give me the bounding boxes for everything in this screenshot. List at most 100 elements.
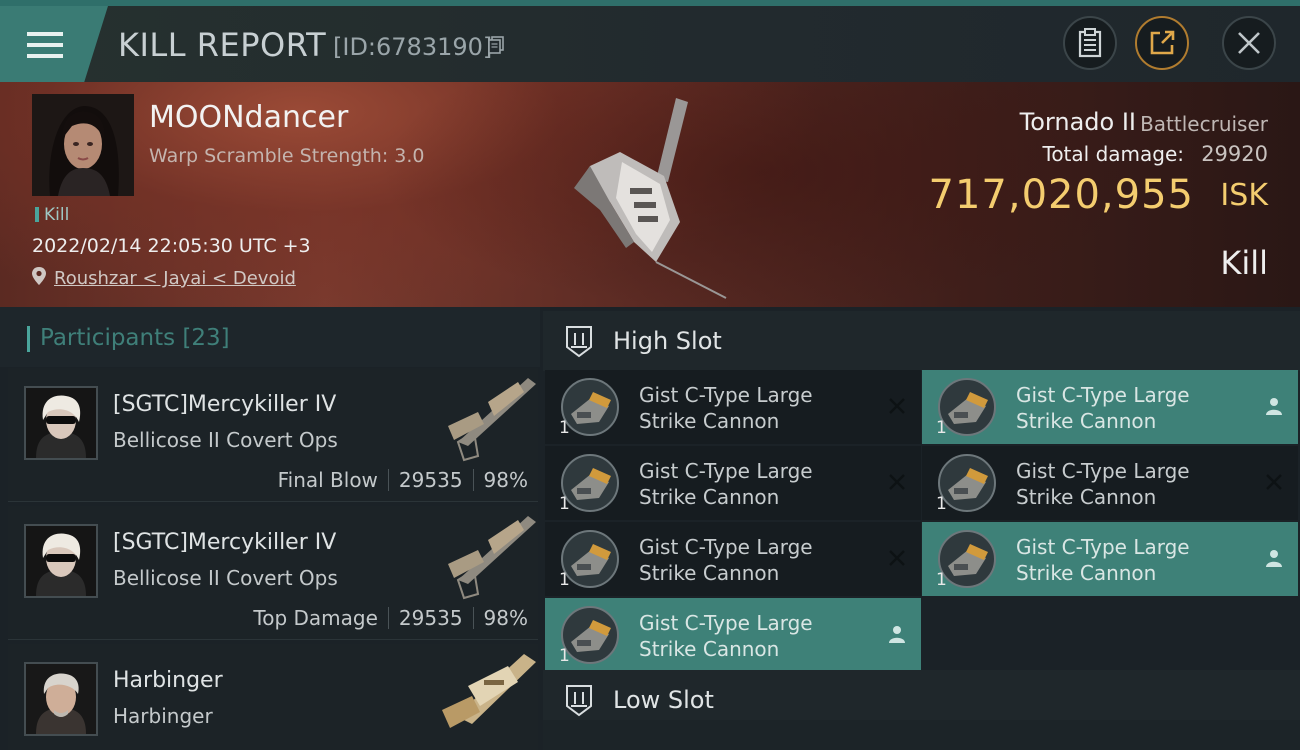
participant-ship-image [448, 516, 536, 600]
module-name-line2: Strike Cannon [1016, 561, 1157, 585]
module-name: Gist C-Type Large Strike Cannon [639, 382, 839, 434]
participant-tag: Top Damage [253, 606, 378, 630]
module-name-line1: Gist C-Type Large [639, 611, 813, 635]
module-quantity: 1 [936, 418, 947, 438]
isk-value: 717,020,955 [928, 172, 1194, 218]
participant-name: [SGTC]Mercykiller IV [113, 530, 337, 555]
participant-damage-percent: 98% [483, 606, 528, 630]
participants-label: Participants [40, 325, 176, 351]
module-name: Gist C-Type Large Strike Cannon [639, 610, 839, 662]
stats-divider [472, 469, 474, 491]
participant-ship: Bellicose II Covert Ops [113, 428, 338, 452]
location-pin-icon [32, 267, 46, 285]
stats-divider [472, 607, 474, 629]
participants-accent [27, 326, 30, 352]
victim-ship-image[interactable] [560, 92, 750, 302]
participant-ship-image [442, 654, 536, 728]
module-quantity: 1 [559, 570, 570, 590]
module-name-line1: Gist C-Type Large [1016, 383, 1190, 407]
participants-count: [23] [182, 325, 230, 351]
participant-name: [SGTC]Mercykiller IV [113, 392, 337, 417]
participant-ship-image [448, 378, 536, 462]
victim-avatar [32, 94, 134, 196]
menu-icon-bar [27, 43, 63, 47]
victim-ship-name[interactable]: Tornado II [1020, 108, 1136, 136]
total-damage-value: 29920 [1201, 142, 1268, 166]
victim-name[interactable]: MOONdancer [149, 100, 348, 135]
victim-portrait[interactable] [32, 94, 134, 196]
menu-icon-bar [27, 54, 63, 58]
participant-damage: 29535 [398, 468, 463, 492]
module-quantity: 1 [559, 418, 570, 438]
copy-icon[interactable] [488, 36, 504, 54]
module-quantity: 1 [559, 494, 570, 514]
participant-ship: Bellicose II Covert Ops [113, 566, 338, 590]
destroyed-icon [889, 398, 905, 414]
module-item[interactable]: 1 Gist C-Type Large Strike Cannon [922, 522, 1298, 596]
total-damage-label: Total damage: [1042, 142, 1185, 166]
high-slot-title: High Slot [613, 327, 722, 355]
low-slot-icon [566, 685, 592, 717]
module-name: Gist C-Type Large Strike Cannon [639, 458, 839, 510]
participants-title: Participants [23] [40, 325, 230, 351]
module-name-line2: Strike Cannon [1016, 485, 1157, 509]
participant-avatar [24, 662, 98, 736]
participant-tag: Final Blow [277, 468, 378, 492]
participant-portrait [26, 526, 96, 596]
page-title: KILL REPORT [118, 26, 327, 64]
victim-ship-class: Battlecruiser [1140, 112, 1268, 136]
module-item[interactable]: 1 Gist C-Type Large Strike Cannon [545, 446, 921, 520]
destroyed-icon [889, 550, 905, 566]
participant-damage-percent: 98% [483, 468, 528, 492]
module-name-line2: Strike Cannon [1016, 409, 1157, 433]
module-name-line2: Strike Cannon [639, 409, 780, 433]
module-name-line2: Strike Cannon [639, 637, 780, 661]
participant-row[interactable]: [SGTC]Mercykiller IV Bellicose II Covert… [8, 506, 538, 640]
module-name-line1: Gist C-Type Large [639, 535, 813, 559]
module-name-line2: Strike Cannon [639, 561, 780, 585]
participant-name: Harbinger [113, 668, 223, 693]
module-name-line1: Gist C-Type Large [1016, 459, 1190, 483]
module-name: Gist C-Type Large Strike Cannon [1016, 382, 1216, 434]
module-name: Gist C-Type Large Strike Cannon [639, 534, 839, 586]
participant-damage: 29535 [398, 606, 463, 630]
close-button[interactable] [1222, 16, 1276, 70]
clipboard-icon [1078, 28, 1102, 58]
warp-scramble-strength: Warp Scramble Strength: 3.0 [149, 145, 425, 167]
module-name-line1: Gist C-Type Large [639, 459, 813, 483]
close-icon [1238, 32, 1260, 54]
kill-location-link[interactable]: Roushzar < Jayai < Devoid [54, 268, 296, 289]
module-item[interactable]: 1 Gist C-Type Large Strike Cannon [545, 598, 921, 672]
module-item[interactable]: 1 Gist C-Type Large Strike Cannon [545, 522, 921, 596]
dropped-person-icon [889, 626, 905, 643]
module-name-line1: Gist C-Type Large [1016, 535, 1190, 559]
dropped-person-icon [1266, 398, 1282, 415]
module-quantity: 1 [559, 646, 570, 666]
clipboard-button[interactable] [1063, 16, 1117, 70]
destroyed-icon [889, 474, 905, 490]
participant-row[interactable]: [SGTC]Mercykiller IV Bellicose II Covert… [8, 368, 538, 502]
module-item[interactable]: 1 Gist C-Type Large Strike Cannon [922, 446, 1298, 520]
module-quantity: 1 [936, 494, 947, 514]
module-item[interactable]: 1 Gist C-Type Large Strike Cannon [545, 370, 921, 444]
dropped-person-icon [1266, 550, 1282, 567]
module-name: Gist C-Type Large Strike Cannon [1016, 534, 1216, 586]
participant-avatar [24, 386, 98, 460]
participant-ship: Harbinger [113, 704, 213, 728]
report-id: [ID:6783190] [333, 33, 493, 61]
module-name: Gist C-Type Large Strike Cannon [1016, 458, 1216, 510]
low-slot-modules-peek [543, 720, 1300, 750]
kill-result: Kill [1220, 244, 1268, 282]
module-name-line1: Gist C-Type Large [639, 383, 813, 407]
module-quantity: 1 [936, 570, 947, 590]
result-tag: Kill [35, 205, 69, 225]
participant-portrait [26, 388, 96, 458]
stats-divider [387, 469, 389, 491]
participant-row[interactable]: Harbinger Harbinger [8, 644, 538, 750]
participant-avatar [24, 524, 98, 598]
share-button[interactable] [1135, 16, 1189, 70]
menu-icon [27, 32, 63, 36]
kill-datetime: 2022/02/14 22:05:30 UTC +3 [32, 235, 311, 257]
module-item[interactable]: 1 Gist C-Type Large Strike Cannon [922, 370, 1298, 444]
participant-portrait [26, 664, 96, 734]
